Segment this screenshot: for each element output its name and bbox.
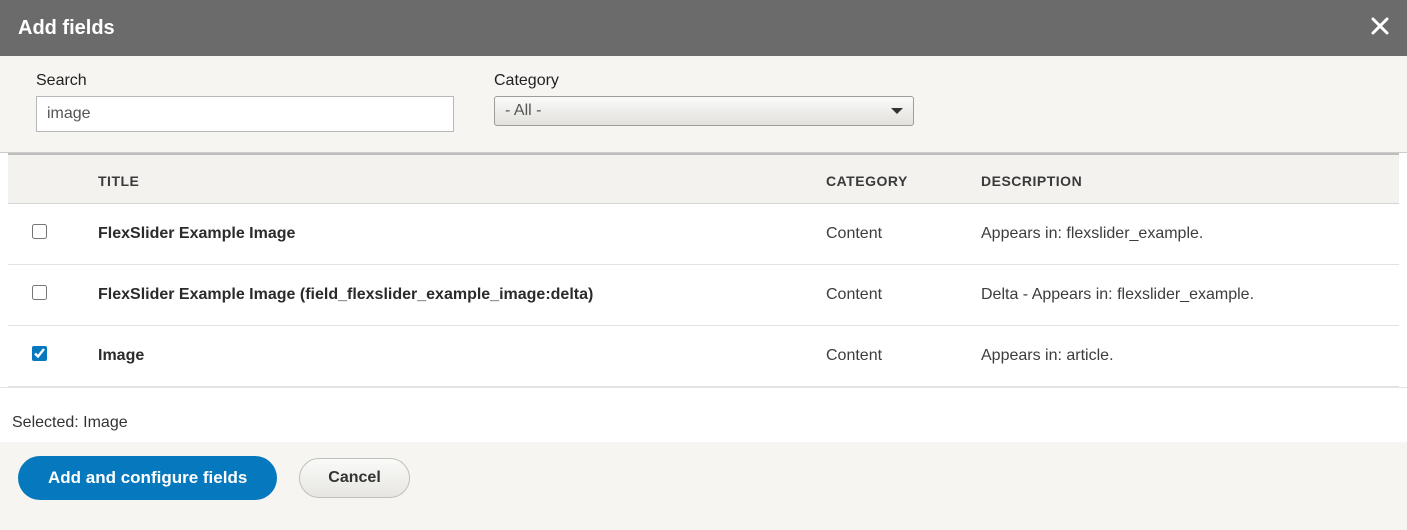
selected-summary: Selected: Image xyxy=(0,387,1407,442)
fields-table: TITLE CATEGORY DESCRIPTION FlexSlider Ex… xyxy=(8,153,1399,387)
column-description: DESCRIPTION xyxy=(973,154,1399,204)
filter-bar: Search Category - All - xyxy=(0,56,1407,153)
row-description: Delta - Appears in: flexslider_example. xyxy=(973,265,1399,326)
row-title: FlexSlider Example Image xyxy=(98,204,818,265)
row-title: Image xyxy=(98,326,818,387)
close-icon[interactable] xyxy=(1371,15,1389,41)
search-group: Search xyxy=(36,72,454,132)
row-checkbox[interactable] xyxy=(32,224,47,239)
dialog-header: Add fields xyxy=(0,0,1407,56)
dialog-footer: Add and configure fields Cancel xyxy=(0,442,1407,518)
row-title: FlexSlider Example Image (field_flexslid… xyxy=(98,265,818,326)
category-group: Category - All - xyxy=(494,72,914,132)
fields-table-wrap: TITLE CATEGORY DESCRIPTION FlexSlider Ex… xyxy=(0,153,1407,387)
cancel-button[interactable]: Cancel xyxy=(299,458,409,498)
add-fields-dialog: Add fields Search Category - All - TITLE… xyxy=(0,0,1407,530)
category-selected-value: - All - xyxy=(505,102,541,120)
category-select[interactable]: - All - xyxy=(494,96,914,126)
row-category: Content xyxy=(818,265,973,326)
chevron-down-icon xyxy=(891,108,903,114)
row-category: Content xyxy=(818,204,973,265)
row-checkbox[interactable] xyxy=(32,285,47,300)
row-description: Appears in: flexslider_example. xyxy=(973,204,1399,265)
column-checkbox xyxy=(8,154,98,204)
column-title: TITLE xyxy=(98,154,818,204)
column-category: CATEGORY xyxy=(818,154,973,204)
row-checkbox[interactable] xyxy=(32,346,47,361)
dialog-title: Add fields xyxy=(18,17,115,40)
category-label: Category xyxy=(494,72,914,90)
row-category: Content xyxy=(818,326,973,387)
table-row: FlexSlider Example Image Content Appears… xyxy=(8,204,1399,265)
table-row: Image Content Appears in: article. xyxy=(8,326,1399,387)
table-row: FlexSlider Example Image (field_flexslid… xyxy=(8,265,1399,326)
add-and-configure-button[interactable]: Add and configure fields xyxy=(18,456,277,500)
row-description: Appears in: article. xyxy=(973,326,1399,387)
search-label: Search xyxy=(36,72,454,90)
search-input[interactable] xyxy=(36,96,454,132)
